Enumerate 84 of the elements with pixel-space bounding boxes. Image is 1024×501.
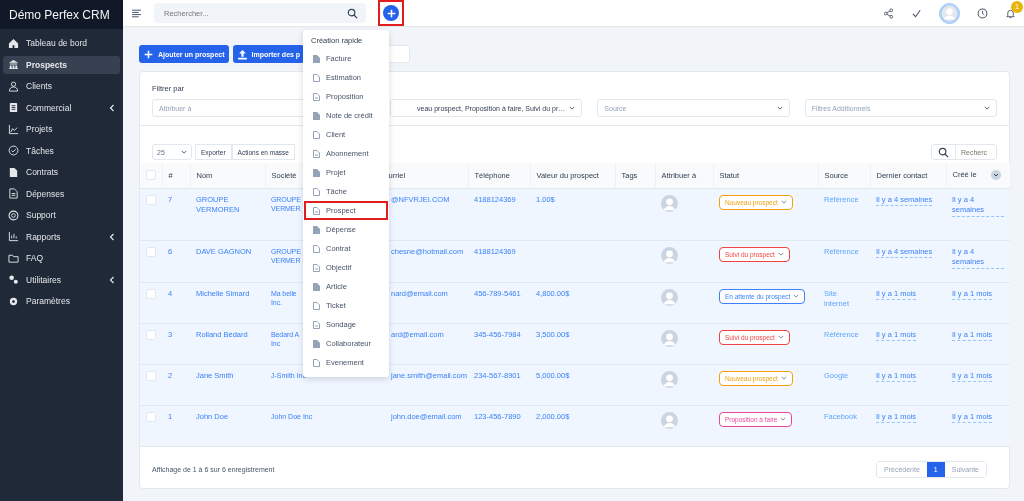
chevron-down-icon xyxy=(181,148,187,156)
menu-icon xyxy=(131,7,142,19)
building-icon xyxy=(8,59,19,70)
chevron-left-icon xyxy=(109,103,115,112)
dropdown-icon[interactable] xyxy=(990,170,1001,181)
avatar-icon[interactable] xyxy=(939,2,960,24)
app-title: Démo Perfex CRM xyxy=(9,7,110,22)
chevron-down-icon xyxy=(780,374,787,383)
document-icon xyxy=(8,166,19,178)
document-icon xyxy=(312,282,320,291)
document-icon xyxy=(312,130,320,139)
document-icon xyxy=(312,225,320,234)
chevron-down-icon xyxy=(984,104,990,112)
checkbox[interactable] xyxy=(146,411,156,422)
home-icon xyxy=(8,37,19,49)
sidebar-item[interactable]: Contrats xyxy=(3,163,120,181)
chevron-down-icon xyxy=(780,198,787,207)
sidebar-item[interactable]: Tableau de bord xyxy=(3,34,120,52)
sidebar-item[interactable]: Utilitaires xyxy=(3,270,120,289)
chevron-down-icon xyxy=(777,250,784,259)
sidebar-item[interactable]: FAQ xyxy=(3,249,120,267)
upload-icon xyxy=(236,48,248,60)
sidebar-item[interactable]: Projets xyxy=(3,120,120,138)
document-icon xyxy=(312,73,320,82)
ledger-icon xyxy=(8,102,19,113)
document-icon xyxy=(312,244,320,253)
checkbox[interactable] xyxy=(146,194,156,205)
receipt-icon xyxy=(8,188,19,199)
document-icon xyxy=(312,358,320,367)
document-icon xyxy=(312,149,320,158)
clock-icon[interactable] xyxy=(977,7,988,19)
document-icon xyxy=(312,263,320,272)
chevron-left-icon xyxy=(109,232,115,241)
sidebar-item[interactable]: Paramètres xyxy=(3,292,120,310)
sidebar-item[interactable]: Dépenses xyxy=(3,184,120,203)
checkbox[interactable] xyxy=(146,370,156,381)
avatar-icon xyxy=(661,246,678,264)
check-icon[interactable] xyxy=(911,7,922,19)
add-button[interactable] xyxy=(383,5,399,21)
search-icon xyxy=(938,146,949,158)
document-icon xyxy=(312,320,320,329)
folder-icon xyxy=(8,252,19,264)
search-icon xyxy=(347,7,358,19)
document-icon xyxy=(312,339,320,348)
sidebar-item[interactable]: Commercial xyxy=(3,98,120,117)
checkbox[interactable] xyxy=(146,170,156,181)
document-icon xyxy=(312,301,320,310)
plus-icon xyxy=(143,48,154,60)
checkbox[interactable] xyxy=(146,288,156,299)
gears-icon xyxy=(8,274,19,285)
plus-icon xyxy=(385,7,397,19)
user-icon xyxy=(8,80,19,92)
avatar-icon xyxy=(661,329,678,347)
chevron-down-icon xyxy=(776,104,783,112)
document-icon xyxy=(312,168,320,177)
chevron-down-icon xyxy=(777,333,784,342)
checkbox[interactable] xyxy=(146,246,156,257)
chevron-left-icon xyxy=(109,275,115,284)
sidebar-item[interactable]: Support xyxy=(3,206,120,224)
document-icon xyxy=(312,206,320,215)
avatar-icon xyxy=(661,370,678,388)
chevron-down-icon xyxy=(569,104,576,112)
sidebar-item[interactable]: Tâches xyxy=(3,141,120,160)
avatar-icon xyxy=(661,288,678,306)
gear-icon xyxy=(8,295,19,307)
chart-icon xyxy=(8,123,19,135)
sidebar-item[interactable]: Clients xyxy=(3,77,120,95)
bar-chart-icon xyxy=(8,231,19,242)
sidebar-item[interactable]: Rapports xyxy=(3,227,120,246)
chevron-down-icon xyxy=(793,292,800,301)
check-circle-icon xyxy=(8,145,19,156)
chevron-down-icon xyxy=(780,415,787,424)
document-icon xyxy=(312,111,320,120)
document-icon xyxy=(312,92,320,101)
lifebuoy-icon xyxy=(8,209,19,221)
sidebar-item[interactable]: Prospects xyxy=(3,55,120,74)
checkbox[interactable] xyxy=(146,329,156,340)
document-icon xyxy=(312,187,320,196)
avatar-icon xyxy=(661,194,678,212)
notification-badge: 1 xyxy=(1011,0,1023,13)
bell-icon[interactable] xyxy=(1005,7,1016,19)
avatar-icon xyxy=(661,411,678,429)
share-icon[interactable] xyxy=(883,7,894,19)
document-icon xyxy=(312,54,320,63)
